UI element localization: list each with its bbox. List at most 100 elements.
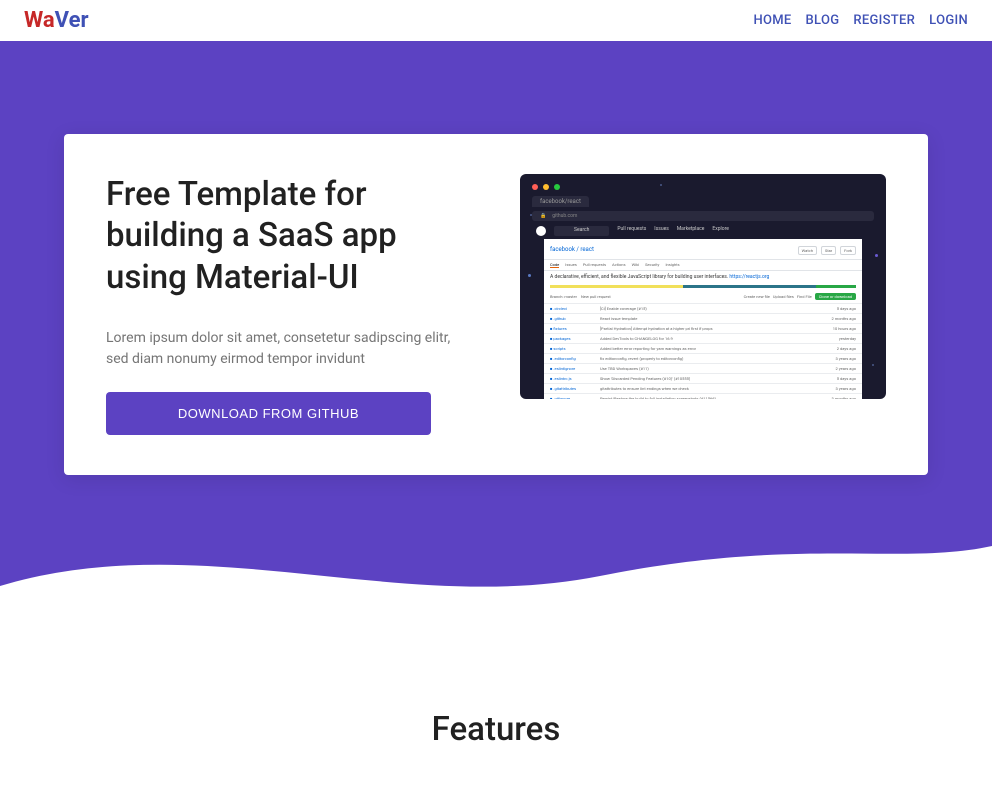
tab-pulls: Pull requests xyxy=(583,262,606,268)
nav-blog[interactable]: BLOG xyxy=(806,13,840,28)
window-controls xyxy=(526,180,880,194)
nav-home[interactable]: HOME xyxy=(753,13,791,28)
logo-ver: Ver xyxy=(55,8,89,33)
file-name: ■ scripts xyxy=(550,346,600,351)
nav-register[interactable]: REGISTER xyxy=(853,13,915,28)
file-row: ■ .eslintignoreUse TBD Workspaces (#11)2… xyxy=(544,363,862,373)
navbar: WaVer HOME BLOG REGISTER LOGIN xyxy=(0,0,992,41)
file-msg: Added DevTools to CHANGELOG for 16.9 xyxy=(600,336,839,341)
browser-menu: Search Pull requests Issues Marketplace … xyxy=(526,223,880,239)
file-list: ■ .circleci[CI] Enable coverage (#15)5 d… xyxy=(544,303,862,399)
logo[interactable]: WaVer xyxy=(24,8,89,33)
wave-divider xyxy=(0,516,992,616)
file-name: ■ .editorconfig xyxy=(550,356,600,361)
file-msg: Persist/Restore the build to full instal… xyxy=(600,396,831,399)
menu-marketplace: Marketplace xyxy=(677,226,705,236)
menu-pull: Pull requests xyxy=(617,226,646,236)
file-msg: gitattributes to ensure lint endings whe… xyxy=(600,386,835,391)
address-text: github.com xyxy=(552,213,577,219)
file-name: ■ .gitignore xyxy=(550,396,600,399)
fork-stat: Fork xyxy=(840,246,856,255)
file-row: ■ .eslintrc.jsShow 'Discarded Pending Fe… xyxy=(544,373,862,383)
browser-mockup: facebook/react 🔒 github.com Search Pull … xyxy=(520,174,886,399)
create-file: Create new file xyxy=(744,294,770,299)
file-time: 2 months ago xyxy=(831,316,856,321)
hero-title: Free Template for building a SaaS app us… xyxy=(106,174,472,298)
file-time: 5 days ago xyxy=(837,376,856,381)
tab-issues: Issues xyxy=(565,262,577,268)
browser-addressbar: 🔒 github.com xyxy=(532,211,874,221)
upload-files: Upload files xyxy=(773,294,794,299)
star-stat: Star xyxy=(821,246,836,255)
file-row: ■ .gitattributesgitattributes to ensure … xyxy=(544,383,862,393)
hero-subtitle: Lorem ipsum dolor sit amet, consetetur s… xyxy=(106,328,472,370)
browser-tabs: facebook/react xyxy=(526,194,880,209)
browser-tab: facebook/react xyxy=(532,196,589,207)
find-file: Find File xyxy=(797,294,812,299)
features-title: Features xyxy=(0,710,992,749)
maximize-dot-icon xyxy=(554,184,560,190)
nav-login[interactable]: LOGIN xyxy=(929,13,968,28)
file-time: 5 days ago xyxy=(837,306,856,311)
lock-icon: 🔒 xyxy=(540,213,546,219)
file-name: ■ .github xyxy=(550,316,600,321)
nav-links: HOME BLOG REGISTER LOGIN xyxy=(753,13,968,28)
file-row: ■ .editorconfigfix editorconfig, revert … xyxy=(544,353,862,363)
new-pull: New pull request xyxy=(581,294,611,299)
file-row: ■ scriptsAdded better error reporting fo… xyxy=(544,343,862,353)
file-time: 10 hours ago xyxy=(833,326,856,331)
repo-header: facebook / react Watch Star Fork xyxy=(544,239,862,260)
tab-wiki: Wiki xyxy=(632,262,640,268)
file-time: 3 years ago xyxy=(835,356,856,361)
file-row: ■ packagesAdded DevTools to CHANGELOG fo… xyxy=(544,333,862,343)
language-bar xyxy=(550,285,856,288)
file-msg: React issue template xyxy=(600,316,831,321)
file-msg: fix editorconfig, revert (properly to ed… xyxy=(600,356,835,361)
tab-insights: Insights xyxy=(665,262,679,268)
file-row: ■ .githubReact issue template2 months ag… xyxy=(544,313,862,323)
repo-actions: Branch: master New pull request Create n… xyxy=(544,290,862,303)
minimize-dot-icon xyxy=(543,184,549,190)
file-name: ■ .eslintignore xyxy=(550,366,600,371)
lang-blue xyxy=(683,285,816,288)
tab-code: Code xyxy=(550,262,559,268)
search-placeholder: Search xyxy=(554,226,609,236)
tab-security: Security xyxy=(645,262,659,268)
file-msg: Use TBD Workspaces (#11) xyxy=(600,366,835,371)
watch-stat: Watch xyxy=(798,246,817,255)
lang-yellow xyxy=(550,285,683,288)
menu-issues: Issues xyxy=(654,226,669,236)
hero-left: Free Template for building a SaaS app us… xyxy=(106,174,472,435)
download-button[interactable]: DOWNLOAD FROM GITHUB xyxy=(106,392,431,435)
file-time: 2 days ago xyxy=(837,346,856,351)
repo-name: facebook / react xyxy=(550,246,594,253)
file-name: ■ .circleci xyxy=(550,306,600,311)
file-msg: [CI] Enable coverage (#15) xyxy=(600,306,837,311)
lang-green xyxy=(816,285,856,288)
close-dot-icon xyxy=(532,184,538,190)
file-msg: Added better error reporting for yarn wa… xyxy=(600,346,837,351)
repo-nav-tabs: Code Issues Pull requests Actions Wiki S… xyxy=(544,260,862,271)
file-time: 3 months ago xyxy=(831,396,856,399)
file-row: ■ fixtures[Partial Hydration] Attempt hy… xyxy=(544,323,862,333)
github-icon xyxy=(536,226,546,236)
hero-card: Free Template for building a SaaS app us… xyxy=(64,134,928,475)
branch-selector: Branch: master xyxy=(550,294,577,299)
repo-stats: Watch Star Fork xyxy=(798,246,856,255)
hero-right: facebook/react 🔒 github.com Search Pull … xyxy=(520,174,886,435)
file-name: ■ packages xyxy=(550,336,600,341)
file-row: ■ .circleci[CI] Enable coverage (#15)5 d… xyxy=(544,303,862,313)
menu-explore: Explore xyxy=(712,226,729,236)
file-msg: [Partial Hydration] Attempt hydration at… xyxy=(600,326,833,331)
file-name: ■ .eslintrc.js xyxy=(550,376,600,381)
file-name: ■ fixtures xyxy=(550,326,600,331)
browser-content: facebook / react Watch Star Fork Code Is… xyxy=(544,239,862,399)
file-time: yesterday xyxy=(839,336,856,341)
features-section: Features xyxy=(0,615,992,789)
file-msg: Show 'Discarded Pending Features (#10)' … xyxy=(600,376,837,381)
hero-section: Free Template for building a SaaS app us… xyxy=(0,41,992,615)
clone-button: Clone or download xyxy=(815,293,856,300)
file-name: ■ .gitattributes xyxy=(550,386,600,391)
file-time: 2 years ago xyxy=(835,366,856,371)
tab-actions: Actions xyxy=(612,262,626,268)
